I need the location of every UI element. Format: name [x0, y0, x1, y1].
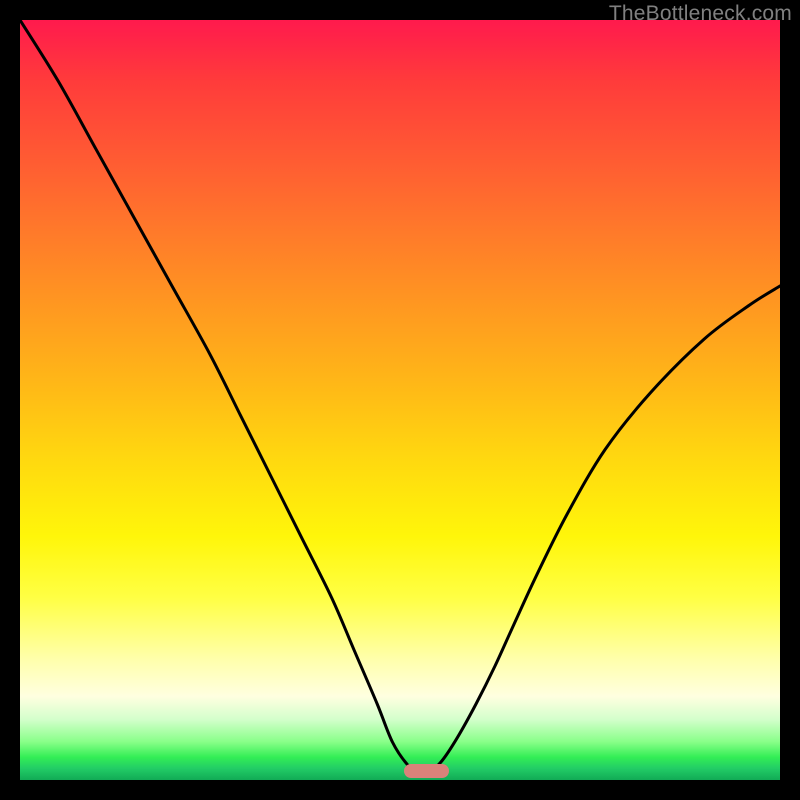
plot-area [20, 20, 780, 780]
chart-frame: TheBottleneck.com [0, 0, 800, 800]
watermark-text: TheBottleneck.com [609, 2, 792, 26]
bottleneck-curve [20, 20, 780, 780]
optimal-zone-marker [404, 764, 450, 778]
